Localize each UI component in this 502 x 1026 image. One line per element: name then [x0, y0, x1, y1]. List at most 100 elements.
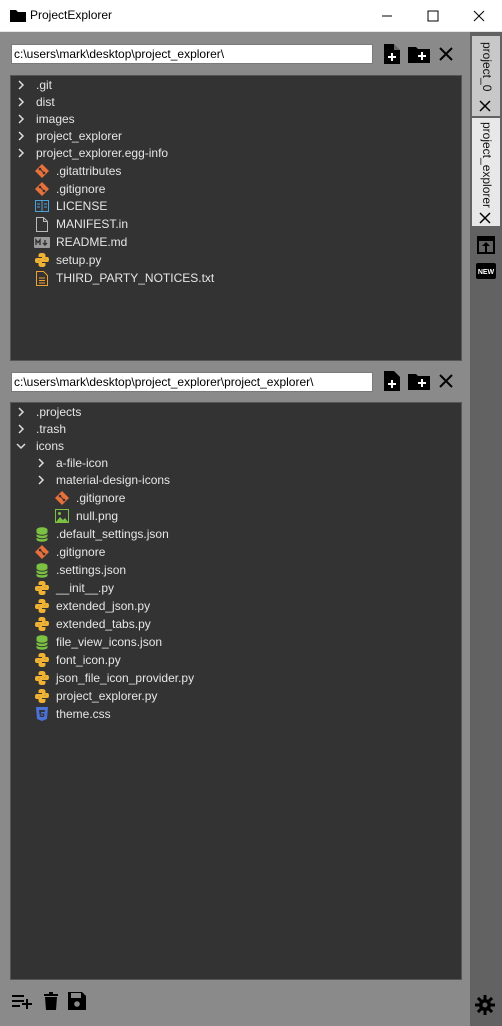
- tree-row-label: .git: [36, 78, 53, 92]
- tree-row-file[interactable]: .default_settings.json: [34, 525, 169, 543]
- tree-row-file[interactable]: MANIFEST.in: [34, 215, 128, 233]
- svg-text:NEW: NEW: [478, 269, 495, 276]
- open-project-button[interactable]: [475, 234, 497, 256]
- tree-row-file[interactable]: LICENSE: [34, 197, 107, 215]
- git-icon: [54, 490, 70, 506]
- tree-row-folder[interactable]: .projects: [16, 403, 81, 421]
- tree-row-folder[interactable]: dist: [16, 93, 55, 111]
- tree-row-file[interactable]: extended_tabs.py: [34, 615, 151, 633]
- tree-row-file[interactable]: .gitattributes: [34, 162, 121, 180]
- tree-row-label: setup.py: [56, 253, 102, 267]
- tree-row-label: file_view_icons.json: [56, 635, 163, 649]
- tree-row-file[interactable]: __init__.py: [34, 579, 114, 597]
- tree-row-label: THIRD_PARTY_NOTICES.txt: [56, 271, 215, 285]
- tree-row-file[interactable]: .settings.json: [34, 561, 126, 579]
- tree-row-label: dist: [36, 95, 55, 109]
- chevron-right-icon[interactable]: [16, 421, 26, 437]
- chevron-right-icon[interactable]: [16, 145, 26, 161]
- git-icon: [34, 181, 50, 197]
- tree-row-file[interactable]: project_explorer.py: [34, 687, 157, 705]
- close-pane1-button[interactable]: [435, 43, 457, 65]
- chevron-right-icon[interactable]: [16, 404, 26, 420]
- tree-row-file[interactable]: json_file_icon_provider.py: [34, 669, 194, 687]
- chevron-right-icon[interactable]: [16, 128, 26, 144]
- git-icon: [34, 163, 50, 179]
- tree-row-label: .trash: [36, 422, 67, 436]
- tab-project-explorer[interactable]: project_explorer: [472, 118, 500, 226]
- tree-row-label: .gitignore: [56, 182, 106, 196]
- tree-row-folder[interactable]: project_explorer.egg-info: [16, 144, 168, 162]
- chevron-right-icon[interactable]: [16, 111, 26, 127]
- tree-row-label: null.png: [76, 509, 119, 523]
- tree-row-folder[interactable]: .git: [16, 76, 52, 94]
- python-icon: [34, 598, 50, 614]
- tab-label: project_explorer: [480, 122, 494, 209]
- new-file-button[interactable]: [381, 43, 403, 65]
- chevron-right-icon[interactable]: [36, 455, 46, 471]
- chevron-right-icon[interactable]: [16, 94, 26, 110]
- new-folder-button[interactable]: [408, 43, 430, 65]
- tree-row-label: extended_tabs.py: [56, 617, 151, 631]
- tree-row-label: extended_json.py: [56, 599, 151, 613]
- tree-row-file[interactable]: null.png: [54, 507, 118, 525]
- chevron-right-icon[interactable]: [36, 472, 46, 488]
- close-pane2-button[interactable]: [435, 370, 457, 392]
- new-folder-button[interactable]: [408, 370, 430, 392]
- path-input-pane2[interactable]: c:\users\mark\desktop\project_explorer\p…: [11, 372, 373, 392]
- delete-button[interactable]: [40, 990, 62, 1012]
- tree-row-label: .settings.json: [56, 563, 127, 577]
- tree-row-label: .gitignore: [76, 491, 126, 505]
- close-tab-icon[interactable]: [479, 100, 491, 112]
- tree-row-folder-open[interactable]: icons: [16, 437, 64, 455]
- tree-row-file[interactable]: extended_json.py: [34, 597, 150, 615]
- tree-row-folder[interactable]: material-design-icons: [36, 471, 170, 489]
- tree-row-folder[interactable]: a-file-icon: [36, 454, 108, 472]
- tree-row-label: .gitignore: [56, 545, 106, 559]
- tree-row-file[interactable]: .gitignore: [34, 543, 105, 561]
- python-icon: [34, 688, 50, 704]
- json-icon: [34, 634, 50, 650]
- image-icon: [54, 508, 70, 524]
- css-icon: [34, 706, 50, 722]
- license-icon: [34, 198, 50, 214]
- tree-row-label: LICENSE: [56, 199, 108, 213]
- close-window-button[interactable]: [456, 0, 502, 31]
- chevron-right-icon[interactable]: [16, 77, 26, 93]
- markdown-icon: [34, 234, 50, 250]
- save-button[interactable]: [66, 990, 88, 1012]
- tree-row-file[interactable]: theme.css: [34, 705, 111, 723]
- close-tab-icon[interactable]: [479, 212, 491, 224]
- tree-row-label: images: [36, 112, 75, 126]
- tree-row-file[interactable]: setup.py: [34, 251, 101, 269]
- python-icon: [34, 616, 50, 632]
- python-icon: [34, 670, 50, 686]
- add-to-list-button[interactable]: [12, 990, 34, 1012]
- tree-row-folder[interactable]: images: [16, 110, 75, 128]
- tree-row-file[interactable]: .gitignore: [34, 180, 105, 198]
- tree-row-label: __init__.py: [56, 581, 115, 595]
- tree-row-file[interactable]: font_icon.py: [34, 651, 121, 669]
- tree-row-label: project_explorer.egg-info: [36, 146, 169, 160]
- tree-row-label: README.md: [56, 235, 128, 249]
- new-project-button[interactable]: NEW: [475, 260, 497, 282]
- path-input-pane1[interactable]: c:\users\mark\desktop\project_explorer\: [11, 44, 373, 64]
- chevron-down-icon[interactable]: [16, 438, 26, 454]
- tree-row-label: theme.css: [56, 707, 111, 721]
- new-file-button[interactable]: [381, 370, 403, 392]
- tree-row-folder[interactable]: .trash: [16, 420, 66, 438]
- file-icon: [34, 216, 50, 232]
- python-icon: [34, 580, 50, 596]
- tree-row-folder[interactable]: project_explorer: [16, 127, 122, 145]
- tab-project-0[interactable]: project_0: [472, 36, 500, 116]
- tree-row-file[interactable]: .gitignore: [54, 489, 125, 507]
- tree-row-file[interactable]: README.md: [34, 233, 127, 251]
- tree-row-file[interactable]: THIRD_PARTY_NOTICES.txt: [34, 269, 214, 287]
- tree-row-label: project_explorer: [36, 129, 123, 143]
- settings-button[interactable]: [474, 994, 496, 1016]
- minimize-button[interactable]: [364, 0, 410, 31]
- maximize-button[interactable]: [410, 0, 456, 31]
- tree-row-file[interactable]: file_view_icons.json: [34, 633, 162, 651]
- tree-row-label: json_file_icon_provider.py: [56, 671, 195, 685]
- tree-row-label: material-design-icons: [56, 473, 171, 487]
- tree-row-label: icons: [36, 439, 65, 453]
